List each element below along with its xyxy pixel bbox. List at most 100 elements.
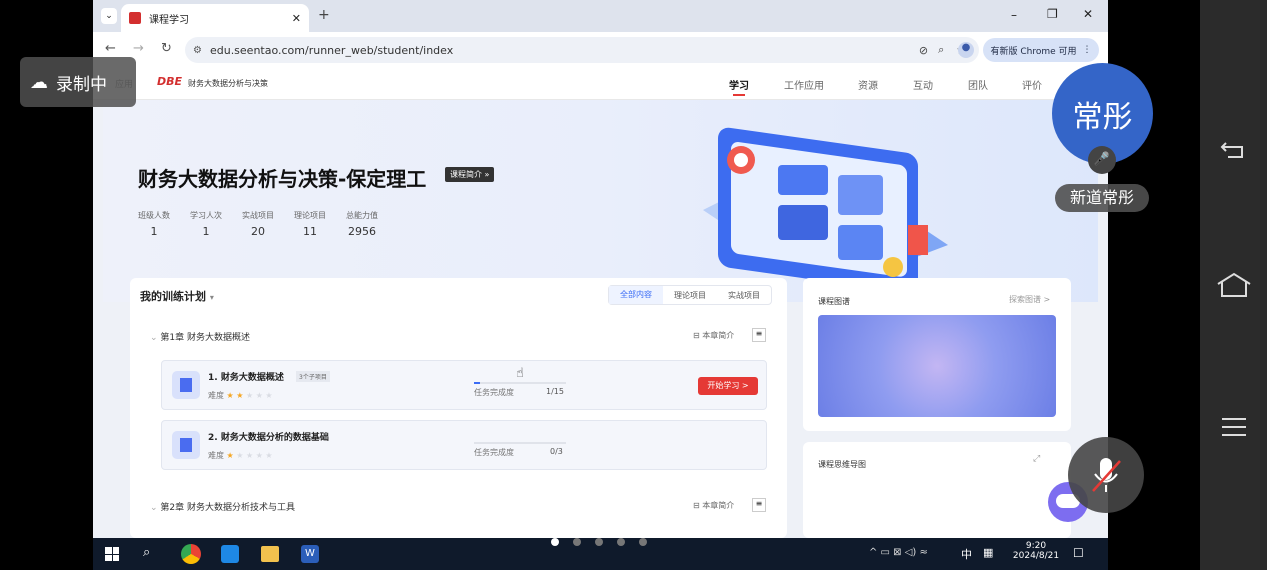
stat-theory-projects: 理论项目 11 bbox=[294, 211, 326, 238]
reload-icon[interactable]: ↻ bbox=[161, 41, 172, 56]
nav-active-indicator bbox=[733, 94, 745, 96]
filter-all[interactable]: 全部内容 bbox=[609, 286, 663, 304]
forward-icon[interactable]: → bbox=[133, 41, 144, 56]
star-icon: ★ bbox=[226, 451, 234, 460]
plan-filter-tabs: 全部内容 理论项目 实战项目 bbox=[608, 285, 772, 305]
site-logo[interactable]: DBE bbox=[157, 75, 182, 88]
mouse-cursor-icon: ☝ bbox=[516, 366, 524, 381]
chapter-2-title[interactable]: ⌄ 第2章 财务大数据分析技术与工具 bbox=[150, 500, 295, 513]
address-bar[interactable]: ⚙ edu.seentao.com/runner_web/student/ind… bbox=[185, 37, 979, 63]
browser-tab[interactable]: 课程学习 ✕ bbox=[121, 4, 309, 32]
course-title: 财务大数据分析与决策-保定理工 bbox=[138, 167, 427, 191]
tab-search-icon[interactable]: ⌄ bbox=[101, 8, 117, 24]
site-info-icon[interactable]: ⚙ bbox=[193, 45, 202, 56]
nav-interaction[interactable]: 互动 bbox=[913, 77, 933, 92]
photos-taskbar-icon[interactable] bbox=[221, 545, 239, 563]
difficulty-label: 难度 ★ ★ ★ ★ ★ bbox=[208, 451, 273, 460]
progress-label: 任务完成度 bbox=[474, 388, 514, 397]
course-map-title: 课程图谱 bbox=[818, 297, 850, 306]
filter-practice[interactable]: 实战项目 bbox=[717, 290, 771, 301]
progress-bar bbox=[474, 382, 566, 384]
stat-class-size: 班级人数 1 bbox=[138, 211, 170, 238]
subproject-badge: 3个子项目 bbox=[296, 371, 330, 382]
expand-icon[interactable]: ⤢ bbox=[1033, 454, 1040, 464]
nav-resources[interactable]: 资源 bbox=[858, 77, 878, 92]
cloud-icon: ☁ bbox=[30, 71, 48, 93]
chapter-2-outline-icon[interactable]: ≡ bbox=[752, 498, 766, 512]
chrome-update-button[interactable]: 有新版 Chrome 可用 ⋮ bbox=[983, 38, 1099, 62]
tray-icons[interactable]: ^ ▭ ⊠ ◁) ≈ bbox=[869, 547, 928, 558]
file-explorer-icon[interactable] bbox=[261, 546, 279, 562]
nav-team[interactable]: 团队 bbox=[968, 77, 988, 92]
windows-start-icon[interactable] bbox=[105, 547, 119, 561]
zoom-icon[interactable]: ⌕ bbox=[938, 43, 944, 57]
project-title: 1. 财务大数据概述 bbox=[208, 373, 284, 383]
mindmap-card: 课程思维导图 ⤢ bbox=[803, 442, 1071, 538]
minimize-button[interactable]: – bbox=[1011, 8, 1017, 22]
profile-icon[interactable]: ● bbox=[958, 42, 974, 58]
course-intro-button[interactable]: 课程简介 » bbox=[445, 167, 495, 182]
document-icon bbox=[172, 431, 200, 459]
plan-title[interactable]: 我的训练计划 ▾ bbox=[140, 288, 214, 304]
search-icon[interactable]: ⌕ bbox=[143, 545, 150, 560]
notification-icon[interactable]: ☐ bbox=[1073, 546, 1084, 560]
restore-button[interactable]: ❐ bbox=[1047, 7, 1058, 21]
home-nav-icon[interactable] bbox=[1212, 270, 1256, 300]
filter-theory[interactable]: 理论项目 bbox=[663, 290, 717, 301]
nav-evaluation[interactable]: 评价 bbox=[1022, 77, 1042, 92]
mic-off-icon bbox=[1092, 458, 1121, 492]
chapter-1-intro[interactable]: ⊟ 本章简介 bbox=[693, 330, 734, 341]
location-off-icon[interactable]: ⊘ bbox=[919, 44, 928, 57]
new-tab-button[interactable]: + bbox=[318, 7, 330, 23]
browser-toolbar: ← → ↻ ⚙ edu.seentao.com/runner_web/stude… bbox=[93, 32, 1108, 68]
course-stats: 班级人数 1 学习人次 1 实战项目 20 理论项目 11 总能力值 2956 bbox=[138, 210, 378, 238]
start-learning-button[interactable]: 开始学习 > bbox=[698, 377, 758, 395]
menu-nav-icon[interactable] bbox=[1212, 412, 1256, 442]
progress-label: 任务完成度 bbox=[474, 448, 514, 457]
participant-mic-icon: 🎤 bbox=[1088, 146, 1116, 174]
star-icon: ★ bbox=[245, 391, 254, 400]
course-map-preview[interactable] bbox=[818, 315, 1056, 417]
project-title: 2. 财务大数据分析的数据基础 bbox=[208, 433, 329, 443]
progress-count: 0/3 bbox=[550, 447, 563, 456]
mindmap-title: 课程思维导图 bbox=[818, 460, 866, 469]
star-icon: ★ bbox=[245, 451, 254, 460]
back-icon[interactable]: ← bbox=[105, 41, 116, 56]
star-icon: ★ bbox=[236, 451, 244, 460]
progress-bar bbox=[474, 442, 566, 444]
project-item[interactable]: 2. 财务大数据分析的数据基础 难度 ★ ★ ★ ★ ★ 任务完成度 0/3 bbox=[161, 420, 767, 470]
star-icon: ★ bbox=[236, 391, 244, 400]
chapter-2-intro[interactable]: ⊟ 本章简介 bbox=[693, 500, 734, 511]
word-taskbar-icon[interactable]: W bbox=[301, 545, 319, 563]
chapter-1-title[interactable]: ⌄ 第1章 财务大数据概述 bbox=[150, 330, 250, 343]
chrome-taskbar-icon[interactable] bbox=[181, 544, 201, 564]
mute-mic-button[interactable] bbox=[1068, 437, 1144, 513]
document-icon bbox=[172, 371, 200, 399]
back-nav-icon[interactable] bbox=[1212, 135, 1256, 165]
url-text: edu.seentao.com/runner_web/student/index bbox=[209, 43, 454, 57]
keyboard-layout-icon[interactable]: ▦ bbox=[983, 546, 993, 559]
nav-learn[interactable]: 学习 bbox=[729, 77, 749, 92]
progress-count: 1/15 bbox=[546, 387, 564, 396]
ime-indicator[interactable]: 中 bbox=[961, 546, 972, 562]
star-icon: ★ bbox=[255, 451, 263, 460]
nav-work-apps[interactable]: 工作应用 bbox=[784, 77, 824, 92]
project-item[interactable]: 1. 财务大数据概述 3个子项目 难度 ★ ★ ★ ★ ★ 任务完成度 1/15… bbox=[161, 360, 767, 410]
favicon-icon bbox=[129, 12, 141, 24]
star-icon: ★ bbox=[265, 451, 273, 460]
remote-screen: ⌄ 课程学习 ✕ + – ❐ ✕ ← → ↻ ⚙ edu.seentao.com… bbox=[93, 0, 1108, 570]
recording-indicator[interactable]: ☁ 录制中 bbox=[20, 57, 136, 107]
chapter-1-outline-icon[interactable]: ≡ bbox=[752, 328, 766, 342]
more-menu-icon[interactable]: ⋮ bbox=[1083, 45, 1092, 55]
site-header: 应用 DBE 财务大数据分析与决策 学习 工作应用 资源 互动 团队 评价 bbox=[93, 68, 1108, 100]
star-icon: ★ bbox=[226, 391, 234, 400]
update-label: 有新版 Chrome 可用 bbox=[990, 46, 1077, 57]
star-icon: ★ bbox=[255, 391, 263, 400]
star-icon: ★ bbox=[265, 391, 273, 400]
difficulty-label: 难度 ★ ★ ★ ★ ★ bbox=[208, 391, 273, 400]
hero-illustration bbox=[703, 127, 948, 285]
close-window-button[interactable]: ✕ bbox=[1083, 7, 1093, 21]
explore-map-link[interactable]: 探索图谱 > bbox=[1009, 294, 1050, 305]
taskbar-clock[interactable]: 9:20 2024/8/21 bbox=[1011, 541, 1061, 561]
tab-close-icon[interactable]: ✕ bbox=[292, 12, 301, 25]
